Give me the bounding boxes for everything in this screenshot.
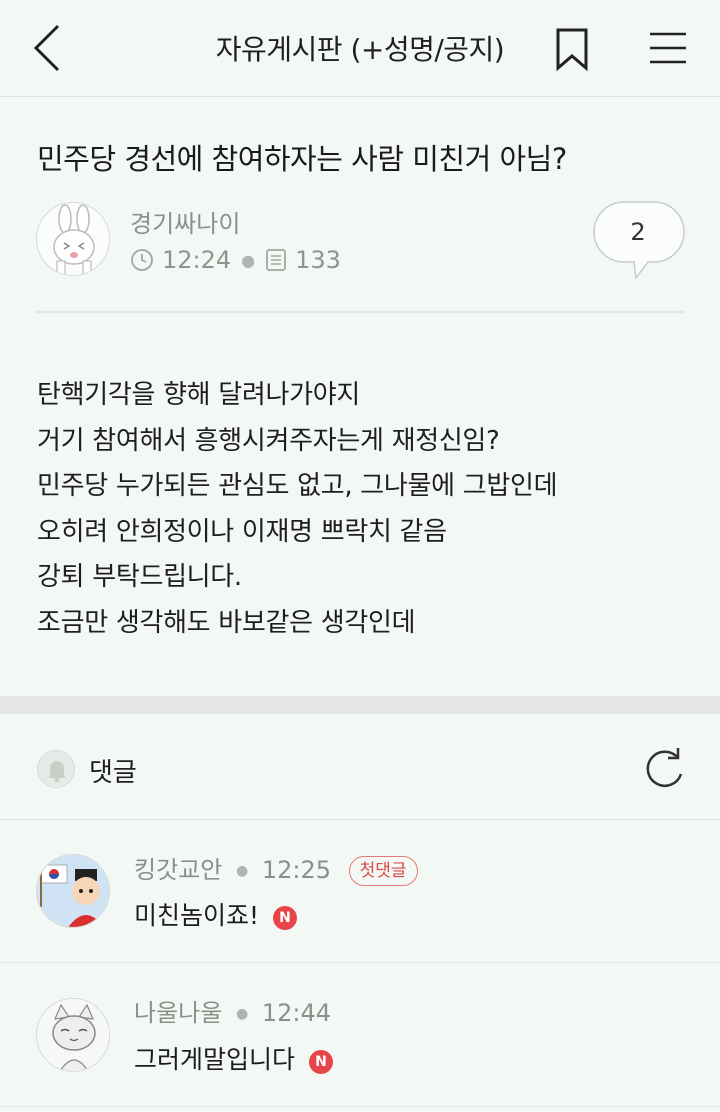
bell-icon: [48, 761, 66, 783]
hamburger-menu-icon: [650, 32, 686, 64]
document-icon: [266, 249, 287, 271]
chevron-left-icon: [33, 24, 60, 72]
post-header-divider: [36, 311, 684, 313]
post-meta: 12:24 ● 133: [130, 244, 341, 276]
body-line: 오히려 안희정이나 이재명 쁘락치 같음: [37, 516, 447, 547]
view-count: 133: [295, 246, 341, 274]
bookmark-icon: [556, 28, 588, 72]
body-line: 강퇴 부탁드립니다.: [37, 562, 242, 592]
post-title: 민주당 경선에 참여하자는 사람 미친거 아님?: [37, 142, 567, 176]
comment-count: 2: [630, 218, 646, 246]
board-title[interactable]: 자유게시판 (+성명/공지): [150, 28, 570, 68]
author-avatar[interactable]: [36, 202, 110, 276]
post-time: 12:24: [162, 246, 232, 274]
comment-divider: [0, 962, 720, 963]
comments-label: 댓글: [89, 758, 137, 788]
post-body: 탄핵기각을 향해 달려나가야지 거기 참여해서 흥행시켜주자는게 재정신임? 민…: [37, 374, 697, 647]
comment-time: 12:25: [261, 856, 331, 884]
comment-text: 그러게말입니다: [134, 1045, 296, 1074]
top-bar: 자유게시판 (+성명/공지): [0, 0, 720, 97]
refresh-icon: [646, 748, 683, 787]
commenter-avatar[interactable]: [36, 998, 110, 1072]
comment-text-row: 미친놈이죠! N: [134, 896, 297, 932]
clock-icon: [131, 249, 153, 271]
comment-divider: [0, 1106, 720, 1107]
comment-text-row: 그러게말입니다 N: [134, 1040, 333, 1076]
comment-author[interactable]: 나울나울: [134, 999, 222, 1027]
comment-time: 12:44: [261, 999, 331, 1027]
refresh-button[interactable]: [638, 744, 690, 796]
comment-author-row: 킹갓교안 ● 12:25 첫댓글: [134, 850, 418, 886]
section-separator: [0, 696, 720, 714]
rabbit-avatar-icon: [53, 204, 95, 275]
meta-separator: ●: [235, 1006, 249, 1022]
comment-author[interactable]: 킹갓교안: [134, 856, 222, 884]
notification-button[interactable]: [37, 750, 75, 788]
body-line: 조금만 생각해도 바보같은 생각인데: [37, 607, 416, 638]
first-comment-badge: 첫댓글: [348, 856, 418, 886]
new-badge: N: [272, 906, 297, 930]
author-name[interactable]: 경기싸나이: [130, 204, 240, 239]
king-character-avatar-icon: [37, 855, 109, 927]
body-line: 탄핵기각을 향해 달려나가야지: [37, 380, 360, 410]
comment-author-row: 나울나울 ● 12:44: [134, 993, 331, 1028]
comment-text: 미친놈이죠!: [134, 901, 260, 930]
meta-separator: ●: [235, 863, 249, 879]
new-badge: N: [308, 1050, 333, 1074]
bookmark-button[interactable]: [548, 24, 596, 74]
back-button[interactable]: [22, 18, 76, 78]
commenter-avatar[interactable]: [36, 854, 110, 928]
meta-separator: ●: [241, 250, 256, 270]
menu-button[interactable]: [642, 26, 698, 72]
body-line: 거기 참여해서 흥행시켜주자는게 재정신임?: [37, 425, 500, 456]
body-line: 민주당 누가되든 관심도 없고, 그나물에 그밥인데: [37, 471, 558, 501]
cat-avatar-icon: [37, 999, 109, 1071]
